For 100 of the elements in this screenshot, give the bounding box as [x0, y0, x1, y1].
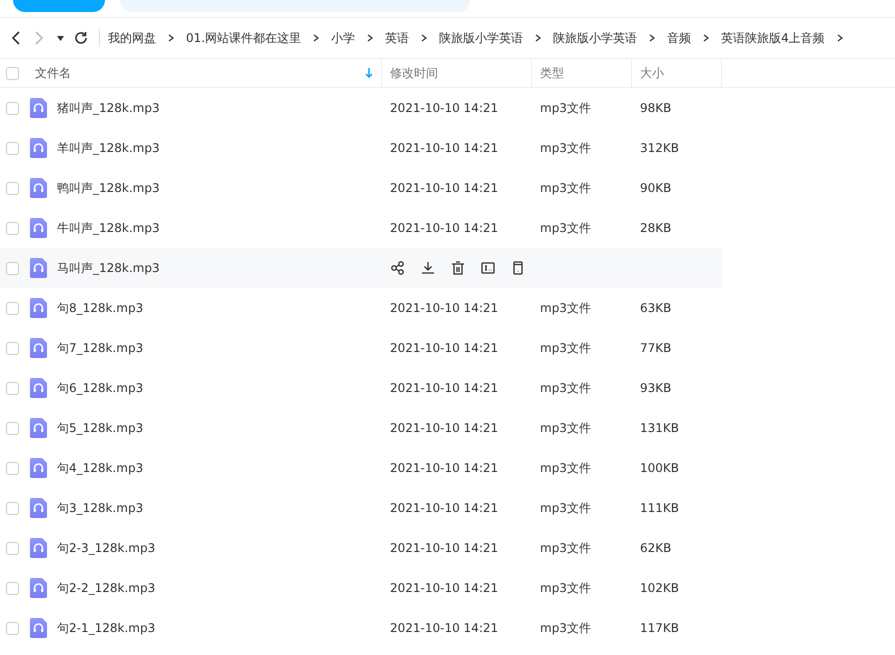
- modified-date: 2021-10-10 14:21: [390, 621, 498, 635]
- file-name[interactable]: 句3_128k.mp3: [57, 499, 144, 517]
- modified-date: 2021-10-10 14:21: [390, 541, 498, 555]
- share-icon[interactable]: [390, 260, 406, 276]
- back-button[interactable]: [11, 30, 21, 46]
- column-header[interactable]: 大小: [640, 64, 664, 82]
- row-checkbox[interactable]: [6, 502, 19, 514]
- row-checkbox[interactable]: [6, 542, 19, 554]
- audio-file-icon: [30, 538, 47, 558]
- breadcrumb-separator: [535, 34, 542, 42]
- file-name[interactable]: 马叫声_128k.mp3: [57, 259, 160, 277]
- row-checkbox[interactable]: [6, 342, 19, 354]
- audio-file-icon: [30, 378, 47, 398]
- modified-date: 2021-10-10 14:21: [390, 141, 498, 155]
- file-row[interactable]: 句8_128k.mp3 2021-10-10 14:21 mp3文件 63KB: [0, 288, 722, 328]
- breadcrumb-separator: [367, 34, 374, 42]
- file-row[interactable]: 句7_128k.mp3 2021-10-10 14:21 mp3文件 77KB: [0, 328, 722, 368]
- row-checkbox[interactable]: [6, 102, 19, 114]
- breadcrumb-link[interactable]: 陕旅版小学英语: [553, 29, 638, 47]
- audio-file-icon: [30, 338, 47, 358]
- file-name[interactable]: 句2-2_128k.mp3: [57, 579, 156, 597]
- file-size: 62KB: [640, 541, 672, 555]
- file-type: mp3文件: [540, 461, 591, 475]
- column-header[interactable]: 修改时间: [390, 64, 438, 82]
- file-name[interactable]: 句2-3_128k.mp3: [57, 539, 156, 557]
- file-type: mp3文件: [540, 301, 591, 315]
- file-type: mp3文件: [540, 141, 591, 155]
- modified-date: 2021-10-10 14:21: [390, 461, 498, 475]
- row-checkbox[interactable]: [6, 302, 19, 314]
- breadcrumb-link[interactable]: 英语陕旅版4上音频: [721, 29, 825, 47]
- row-checkbox[interactable]: [6, 182, 19, 194]
- audio-file-icon: [30, 258, 47, 278]
- file-type: mp3文件: [540, 541, 591, 555]
- breadcrumb-link[interactable]: 小学: [331, 29, 356, 47]
- file-name[interactable]: 句7_128k.mp3: [57, 339, 144, 357]
- breadcrumb-separator: [313, 34, 320, 42]
- file-name[interactable]: 句4_128k.mp3: [57, 459, 144, 477]
- audio-file-icon: [30, 458, 47, 478]
- file-name[interactable]: 鸭叫声_128k.mp3: [57, 179, 160, 197]
- file-row[interactable]: 羊叫声_128k.mp3 2021-10-10 14:21 mp3文件 312KB: [0, 128, 722, 168]
- breadcrumb-link[interactable]: 我的网盘: [108, 29, 156, 47]
- file-row[interactable]: 句4_128k.mp3 2021-10-10 14:21 mp3文件 100KB: [0, 448, 722, 488]
- breadcrumb-separator: [836, 34, 843, 42]
- file-row[interactable]: 句2-1_128k.mp3 2021-10-10 14:21 mp3文件 117KB: [0, 608, 722, 648]
- download-icon[interactable]: [420, 260, 436, 276]
- file-name[interactable]: 句8_128k.mp3: [57, 299, 144, 317]
- file-name[interactable]: 句6_128k.mp3: [57, 379, 144, 397]
- file-size: 102KB: [640, 581, 680, 595]
- audio-file-icon: [30, 498, 47, 518]
- refresh-button[interactable]: [74, 31, 88, 45]
- file-row[interactable]: 鸭叫声_128k.mp3 2021-10-10 14:21 mp3文件 90KB: [0, 168, 722, 208]
- file-row[interactable]: 牛叫声_128k.mp3 2021-10-10 14:21 mp3文件 28KB: [0, 208, 722, 248]
- file-row[interactable]: 句6_128k.mp3 2021-10-10 14:21 mp3文件 93KB: [0, 368, 722, 408]
- file-row[interactable]: 句5_128k.mp3 2021-10-10 14:21 mp3文件 131KB: [0, 408, 722, 448]
- row-checkbox[interactable]: [6, 422, 19, 434]
- breadcrumb-link[interactable]: 音频: [667, 29, 692, 47]
- file-name[interactable]: 句2-1_128k.mp3: [57, 619, 156, 637]
- trash-icon[interactable]: [450, 260, 466, 276]
- select-all-checkbox[interactable]: [6, 66, 19, 80]
- breadcrumb-link[interactable]: 英语: [385, 29, 410, 47]
- file-row[interactable]: 句2-3_128k.mp3 2021-10-10 14:21 mp3文件 62KB: [0, 528, 722, 568]
- row-checkbox[interactable]: [6, 622, 19, 634]
- column-header[interactable]: 类型: [540, 64, 564, 82]
- file-type: mp3文件: [540, 221, 591, 235]
- file-size: 63KB: [640, 301, 672, 315]
- file-row[interactable]: 句3_128k.mp3 2021-10-10 14:21 mp3文件 111KB: [0, 488, 722, 528]
- row-checkbox[interactable]: [6, 142, 19, 154]
- breadcrumb-separator: [168, 34, 174, 42]
- file-type: mp3文件: [540, 501, 591, 515]
- file-size: 90KB: [640, 181, 672, 195]
- rename-icon[interactable]: [480, 260, 496, 276]
- dropdown-button[interactable]: [57, 36, 64, 40]
- file-size: 100KB: [640, 461, 680, 475]
- row-checkbox[interactable]: [6, 582, 19, 594]
- file-name[interactable]: 猪叫声_128k.mp3: [57, 99, 160, 117]
- file-row[interactable]: 马叫声_128k.mp3: [0, 248, 722, 288]
- audio-file-icon: [30, 178, 47, 198]
- breadcrumb-separator: [649, 34, 656, 42]
- breadcrumb-link[interactable]: 01.网站课件都在这里: [186, 29, 302, 47]
- row-checkbox[interactable]: [6, 222, 19, 234]
- file-size: 111KB: [640, 501, 680, 515]
- audio-file-icon: [30, 578, 47, 598]
- audio-file-icon: [30, 618, 47, 638]
- file-row[interactable]: 猪叫声_128k.mp3 2021-10-10 14:21 mp3文件 98KB: [0, 88, 722, 128]
- row-checkbox[interactable]: [6, 462, 19, 474]
- audio-file-icon: [30, 218, 47, 238]
- file-name[interactable]: 句5_128k.mp3: [57, 419, 144, 437]
- modified-date: 2021-10-10 14:21: [390, 101, 498, 115]
- column-header[interactable]: 文件名: [35, 64, 71, 82]
- file-type: mp3文件: [540, 421, 591, 435]
- audio-file-icon: [30, 138, 47, 158]
- file-type: mp3文件: [540, 181, 591, 195]
- file-name[interactable]: 羊叫声_128k.mp3: [57, 139, 160, 157]
- breadcrumb-separator: [703, 34, 710, 42]
- file-name[interactable]: 牛叫声_128k.mp3: [57, 219, 160, 237]
- row-checkbox[interactable]: [6, 382, 19, 394]
- breadcrumb-link[interactable]: 陕旅版小学英语: [439, 29, 524, 47]
- file-row[interactable]: 句2-2_128k.mp3 2021-10-10 14:21 mp3文件 102KB: [0, 568, 722, 608]
- row-checkbox[interactable]: [6, 262, 19, 274]
- file-type: mp3文件: [540, 341, 591, 355]
